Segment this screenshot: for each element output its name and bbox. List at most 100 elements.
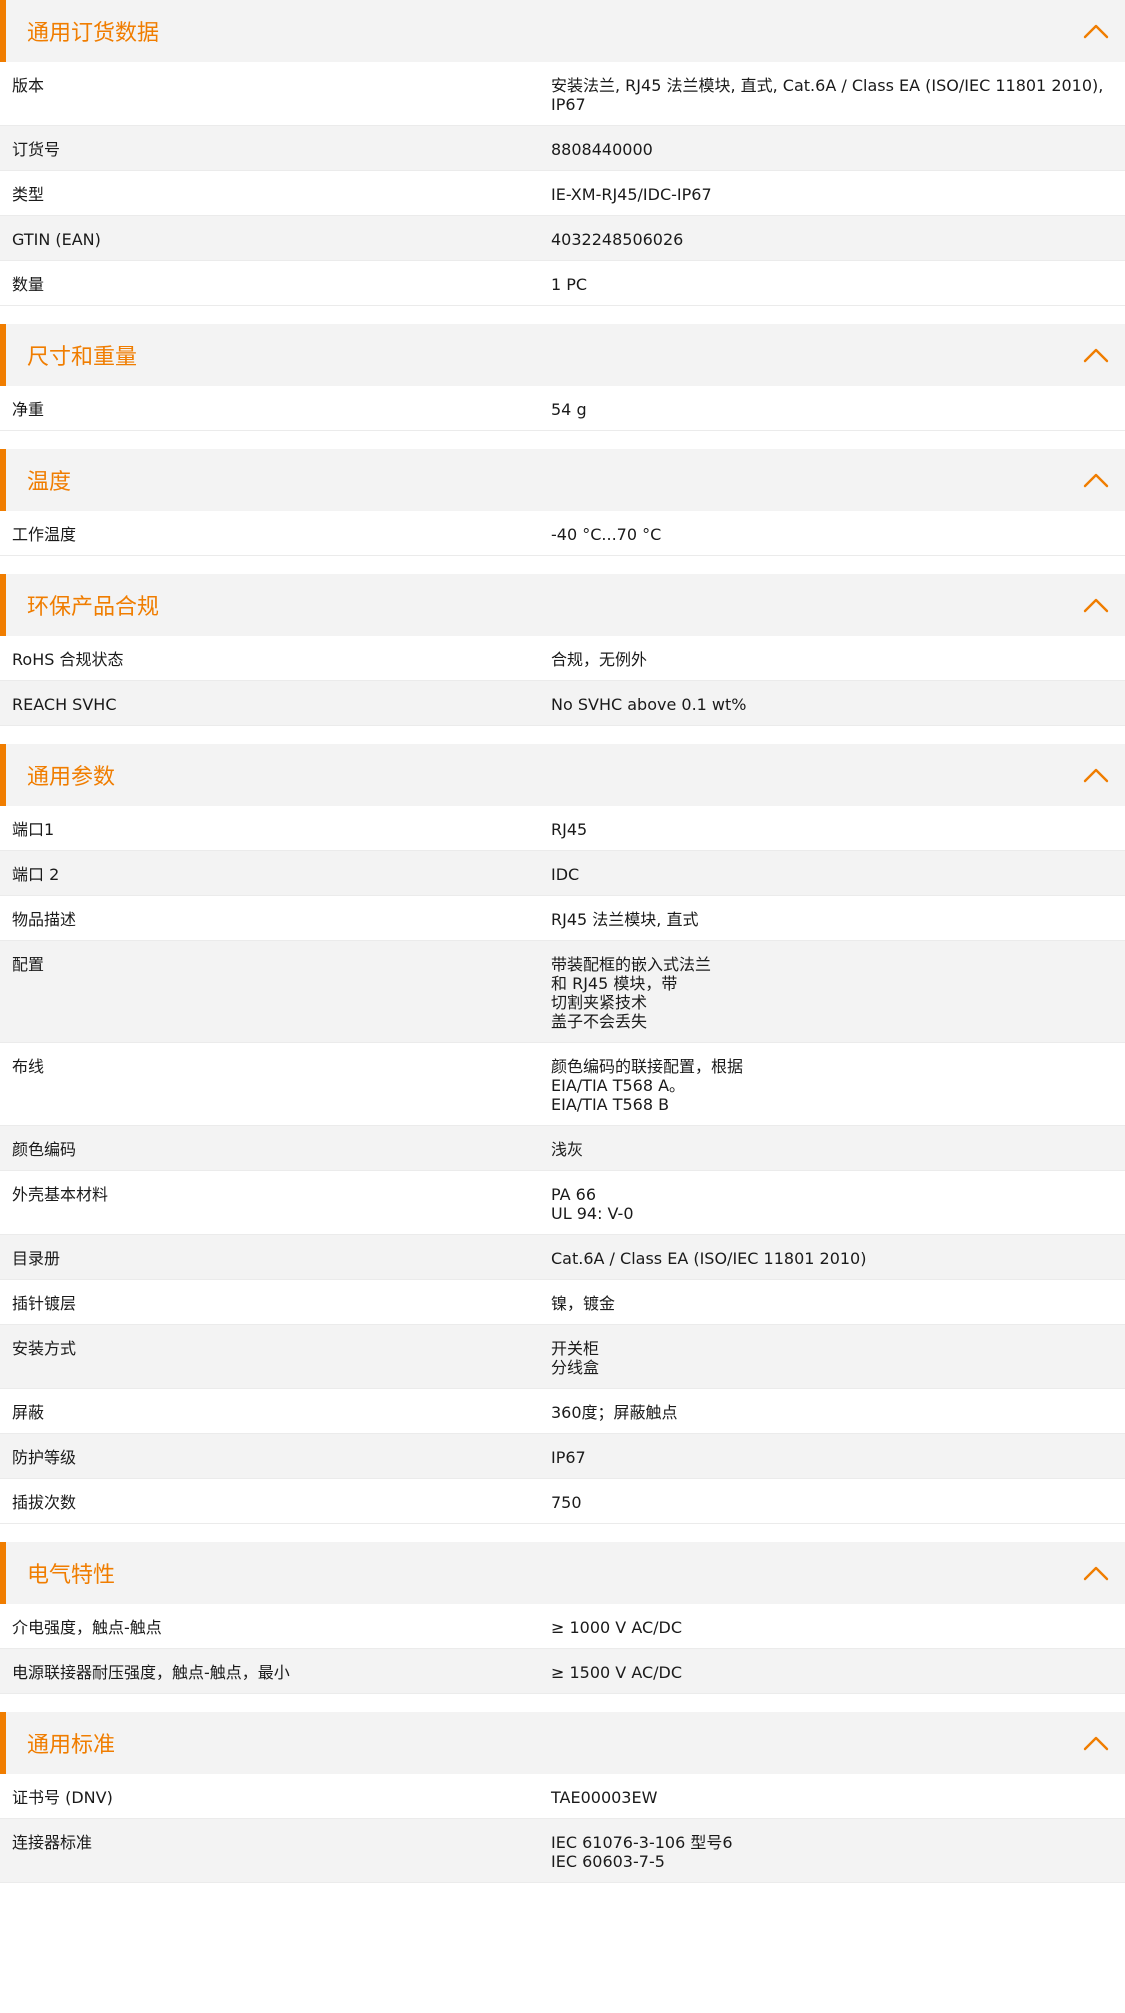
spec-row: 颜色编码 浅灰: [0, 1126, 1125, 1171]
spec-label: 端口 2: [12, 865, 60, 884]
spec-value-line: 切割夹紧技术: [551, 993, 648, 1012]
spec-label: 净重: [12, 400, 45, 419]
spec-value: RJ45: [551, 820, 1125, 839]
spec-value-line: Cat.6A / Class EA (ISO/IEC 11801 2010): [551, 1249, 867, 1268]
spec-value-line: 镍，镀金: [551, 1294, 616, 1313]
chevron-up-icon[interactable]: [1081, 22, 1111, 40]
spec-row: 防护等级 IP67: [0, 1434, 1125, 1479]
spec-row: GTIN (EAN) 4032248506026: [0, 216, 1125, 261]
spec-value: ≥ 1000 V AC/DC: [551, 1618, 1125, 1637]
spec-label: 订货号: [12, 140, 61, 159]
spec-value: 54 g: [551, 400, 1125, 419]
spec-row: 端口1 RJ45: [0, 806, 1125, 851]
section-title: 环保产品合规: [27, 595, 160, 620]
spec-label: 外壳基本材料: [12, 1185, 109, 1204]
chevron-up-icon[interactable]: [1081, 766, 1111, 784]
spec-value-line: 分线盒: [551, 1358, 600, 1377]
spec-value-line: 合规，无例外: [551, 650, 648, 669]
spec-row: 电源联接器耐压强度，触点-触点，最小 ≥ 1500 V AC/DC: [0, 1649, 1125, 1694]
section-header-toggle[interactable]: 电气特性: [0, 1542, 1125, 1604]
spec-value-line: IP67: [551, 1448, 586, 1467]
spec-row: 目录册 Cat.6A / Class EA (ISO/IEC 11801 2010…: [0, 1235, 1125, 1280]
spec-value: No SVHC above 0.1 wt%: [551, 695, 1125, 714]
spec-value-line: No SVHC above 0.1 wt%: [551, 695, 747, 714]
spec-row: 净重 54 g: [0, 386, 1125, 431]
spec-value-line: 8808440000: [551, 140, 653, 159]
spec-value: 合规，无例外: [551, 650, 1125, 669]
spec-value-line: 4032248506026: [551, 230, 684, 249]
spec-value: ≥ 1500 V AC/DC: [551, 1663, 1125, 1682]
spec-value: 360度；屏蔽触点: [551, 1403, 1125, 1422]
spec-row: 布线 颜色编码的联接配置，根据 EIA/TIA T568 A。 EIA/TIA T56…: [0, 1043, 1125, 1126]
spec-label: 物品描述: [12, 910, 77, 929]
section-title: 通用标准: [27, 1733, 116, 1758]
chevron-up-icon[interactable]: [1081, 1564, 1111, 1582]
spec-value-line: RJ45: [551, 820, 588, 839]
spec-value-line: ≥ 1000 V AC/DC: [551, 1618, 683, 1637]
spec-value-line: ≥ 1500 V AC/DC: [551, 1663, 683, 1682]
section-header-toggle[interactable]: 尺寸和重量: [0, 324, 1125, 386]
spec-value-line: EIA/TIA T568 B: [551, 1095, 670, 1114]
spec-label: GTIN (EAN): [12, 230, 101, 249]
section-header-toggle[interactable]: 温度: [0, 449, 1125, 511]
spec-value: 带装配框的嵌入式法兰和 RJ45 模块，带 切割夹紧技术 盖子不会丢失: [551, 955, 1125, 1031]
spec-value: -40 °C...70 °C: [551, 525, 1125, 544]
spec-label: 颜色编码: [12, 1140, 77, 1159]
spec-value-line: 360度；屏蔽触点: [551, 1403, 678, 1422]
spec-value-line: IEC 61076-3-106 型号6: [551, 1833, 733, 1852]
spec-value: Cat.6A / Class EA (ISO/IEC 11801 2010): [551, 1249, 1125, 1268]
spec-value: TAE00003EW: [551, 1788, 1125, 1807]
chevron-up-icon[interactable]: [1081, 596, 1111, 614]
spec-row: 证书号 (DNV) TAE00003EW: [0, 1774, 1125, 1819]
spec-label: 版本: [12, 76, 45, 95]
spec-value: RJ45 法兰模块, 直式: [551, 910, 1125, 929]
spec-row: RoHS 合规状态 合规，无例外: [0, 636, 1125, 681]
spec-value-line: 盖子不会丢失: [551, 1012, 648, 1031]
spec-section: 电气特性介电强度，触点-触点 ≥ 1000 V AC/DC 电源联接器耐压强度，触点…: [0, 1542, 1125, 1694]
spec-row: 数量 1 PC: [0, 261, 1125, 306]
spec-value: 4032248506026: [551, 230, 1125, 249]
spec-label: 目录册: [12, 1249, 61, 1268]
section-title: 尺寸和重量: [27, 345, 138, 370]
spec-row: 外壳基本材料 PA 66 UL 94: V-0: [0, 1171, 1125, 1235]
spec-label: 防护等级: [12, 1448, 77, 1467]
spec-value-line: RJ45 法兰模块, 直式: [551, 910, 699, 929]
section-header-toggle[interactable]: 通用参数: [0, 744, 1125, 806]
section-header-toggle[interactable]: 通用标准: [0, 1712, 1125, 1774]
spec-value-line: -40 °C...70 °C: [551, 525, 662, 544]
chevron-up-icon[interactable]: [1081, 1734, 1111, 1752]
spec-value: PA 66 UL 94: V-0: [551, 1185, 1125, 1223]
section-header-toggle[interactable]: 通用订货数据: [0, 0, 1125, 62]
spec-row: 版本 安装法兰, RJ45 法兰模块, 直式, Cat.6A / Class EA…: [0, 62, 1125, 126]
chevron-up-icon[interactable]: [1081, 346, 1111, 364]
spec-row: 安装方式 开关柜 分线盒: [0, 1325, 1125, 1389]
section-title: 温度: [27, 470, 72, 495]
spec-row: 介电强度，触点-触点 ≥ 1000 V AC/DC: [0, 1604, 1125, 1649]
spec-value: 750: [551, 1493, 1125, 1512]
spec-value-line: IE-XM-RJ45/IDC-IP67: [551, 185, 712, 204]
spec-label: 电源联接器耐压强度，触点-触点，最小: [12, 1663, 290, 1682]
spec-label: 证书号 (DNV): [12, 1788, 113, 1807]
spec-section: 通用参数 端口1 RJ45 端口 2 IDC 物品描述 RJ45 法兰模块, 直式 配置 带装配…: [0, 744, 1125, 1524]
section-title: 通用参数: [27, 765, 116, 790]
spec-section: 环保产品合规 RoHS 合规状态 合规，无例外 REACH SVHC No SVHC a…: [0, 574, 1125, 726]
spec-value-line: 带装配框的嵌入式法兰: [551, 955, 712, 974]
spec-label: 数量: [12, 275, 45, 294]
spec-value-line: 和 RJ45 模块，带: [551, 974, 678, 993]
spec-value: IP67: [551, 1448, 1125, 1467]
spec-label: 插针镀层: [12, 1294, 77, 1313]
spec-label: 介电强度，触点-触点: [12, 1618, 162, 1637]
section-header-toggle[interactable]: 环保产品合规: [0, 574, 1125, 636]
spec-row: 工作温度 -40 °C...70 °C: [0, 511, 1125, 556]
spec-row: 插针镀层 镍，镀金: [0, 1280, 1125, 1325]
spec-value-line: EIA/TIA T568 A。: [551, 1076, 686, 1095]
spec-label: 配置: [12, 955, 45, 974]
spec-value: 镍，镀金: [551, 1294, 1125, 1313]
spec-label: RoHS 合规状态: [12, 650, 124, 669]
spec-value-line: PA 66: [551, 1185, 597, 1204]
spec-value: 安装法兰, RJ45 法兰模块, 直式, Cat.6A / Class EA (…: [551, 76, 1125, 114]
spec-value-line: 750: [551, 1493, 582, 1512]
spec-row: 连接器标准 IEC 61076-3-106 型号6 IEC 60603-7-5: [0, 1819, 1125, 1883]
chevron-up-icon[interactable]: [1081, 471, 1111, 489]
spec-label: 布线: [12, 1057, 45, 1076]
